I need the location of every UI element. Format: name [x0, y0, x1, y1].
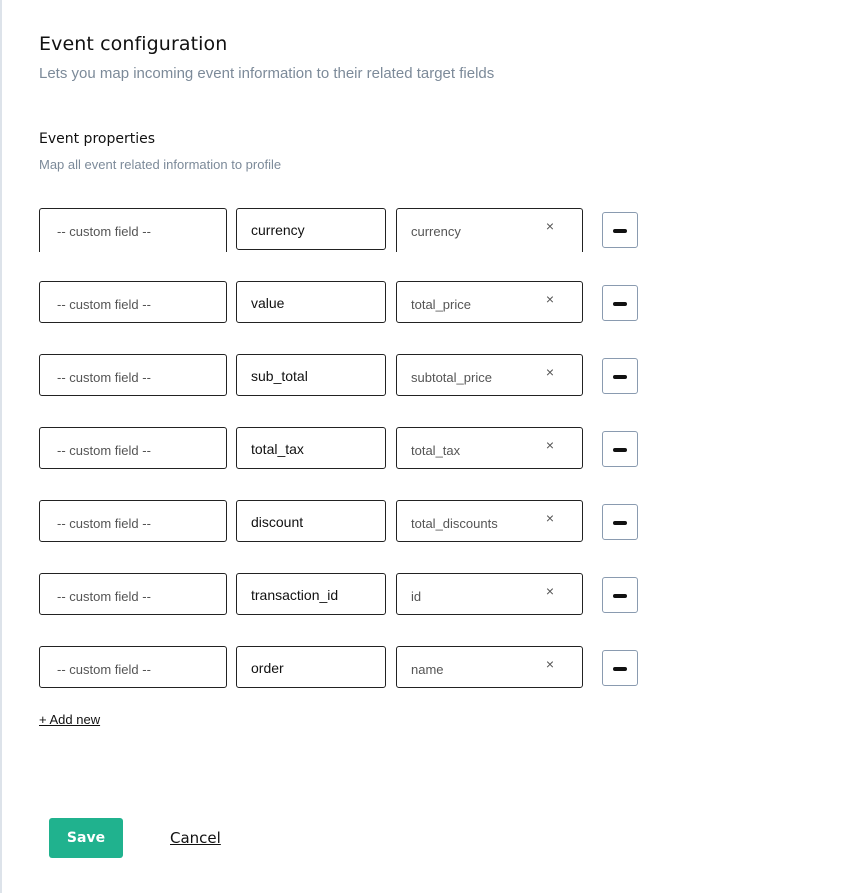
remove-row-button[interactable]	[602, 212, 638, 248]
mapping-row: -- custom field -- total_tax total_tax ×	[39, 427, 649, 471]
mapping-row: -- custom field -- currency currency ×	[39, 208, 649, 252]
mapping-rows: -- custom field -- currency currency × --…	[39, 208, 649, 719]
event-property-value: discount	[251, 514, 304, 530]
clear-icon[interactable]: ×	[546, 364, 554, 380]
clear-icon[interactable]: ×	[546, 218, 554, 234]
custom-field-select[interactable]: -- custom field --	[39, 208, 227, 252]
custom-field-placeholder: -- custom field --	[57, 443, 151, 458]
mapping-row: -- custom field -- sub_total subtotal_pr…	[39, 354, 649, 398]
minus-icon	[613, 375, 627, 379]
target-field-value: id	[411, 589, 422, 604]
target-field-select[interactable]: total_tax ×	[396, 427, 583, 469]
event-property-input[interactable]: currency	[236, 208, 386, 250]
remove-row-button[interactable]	[602, 431, 638, 467]
custom-field-select[interactable]: -- custom field --	[39, 354, 227, 396]
target-field-value: total_discounts	[411, 516, 498, 531]
custom-field-placeholder: -- custom field --	[57, 224, 151, 239]
event-property-input[interactable]: order	[236, 646, 386, 688]
mapping-row: -- custom field -- transaction_id id ×	[39, 573, 649, 617]
event-property-value: total_tax	[251, 441, 304, 457]
clear-icon[interactable]: ×	[546, 510, 554, 526]
remove-row-button[interactable]	[602, 650, 638, 686]
minus-icon	[613, 667, 627, 671]
page-subtitle: Lets you map incoming event information …	[39, 65, 495, 82]
custom-field-placeholder: -- custom field --	[57, 662, 151, 677]
custom-field-placeholder: -- custom field --	[57, 516, 151, 531]
event-property-input[interactable]: sub_total	[236, 354, 386, 396]
target-field-value: subtotal_price	[411, 370, 492, 385]
minus-icon	[613, 302, 627, 306]
cancel-button[interactable]: Cancel	[170, 829, 221, 847]
custom-field-select[interactable]: -- custom field --	[39, 573, 227, 615]
target-field-select[interactable]: name ×	[396, 646, 583, 688]
event-property-value: currency	[251, 222, 305, 238]
remove-row-button[interactable]	[602, 285, 638, 321]
page-title: Event configuration	[39, 33, 228, 55]
remove-row-button[interactable]	[602, 577, 638, 613]
minus-icon	[613, 594, 627, 598]
clear-icon[interactable]: ×	[546, 291, 554, 307]
mapping-row: -- custom field -- order name ×	[39, 646, 649, 690]
event-property-input[interactable]: discount	[236, 500, 386, 542]
mapping-row: -- custom field -- discount total_discou…	[39, 500, 649, 544]
event-property-value: value	[251, 295, 285, 311]
target-field-value: name	[411, 662, 444, 677]
custom-field-select[interactable]: -- custom field --	[39, 281, 227, 323]
custom-field-placeholder: -- custom field --	[57, 297, 151, 312]
custom-field-select[interactable]: -- custom field --	[39, 427, 227, 469]
minus-icon	[613, 229, 627, 233]
custom-field-placeholder: -- custom field --	[57, 589, 151, 604]
target-field-select[interactable]: subtotal_price ×	[396, 354, 583, 396]
event-property-value: transaction_id	[251, 587, 339, 603]
clear-icon[interactable]: ×	[546, 656, 554, 672]
target-field-select[interactable]: id ×	[396, 573, 583, 615]
custom-field-select[interactable]: -- custom field --	[39, 646, 227, 688]
target-field-select[interactable]: total_price ×	[396, 281, 583, 323]
target-field-value: total_tax	[411, 443, 461, 458]
clear-icon[interactable]: ×	[546, 437, 554, 453]
event-property-input[interactable]: total_tax	[236, 427, 386, 469]
clear-icon[interactable]: ×	[546, 583, 554, 599]
target-field-select[interactable]: total_discounts ×	[396, 500, 583, 542]
remove-row-button[interactable]	[602, 358, 638, 394]
add-new-link[interactable]: + Add new	[39, 712, 100, 727]
target-field-value: total_price	[411, 297, 471, 312]
minus-icon	[613, 521, 627, 525]
target-field-value: currency	[411, 224, 461, 239]
event-property-value: sub_total	[251, 368, 308, 384]
mapping-row: -- custom field -- value total_price ×	[39, 281, 649, 325]
event-property-input[interactable]: value	[236, 281, 386, 323]
save-button[interactable]: Save	[49, 818, 123, 858]
left-border	[0, 0, 2, 893]
event-property-input[interactable]: transaction_id	[236, 573, 386, 615]
event-property-value: order	[251, 660, 284, 676]
remove-row-button[interactable]	[602, 504, 638, 540]
custom-field-placeholder: -- custom field --	[57, 370, 151, 385]
custom-field-select[interactable]: -- custom field --	[39, 500, 227, 542]
target-field-select[interactable]: currency ×	[396, 208, 583, 252]
section-title: Event properties	[39, 131, 155, 147]
minus-icon	[613, 448, 627, 452]
section-subtitle: Map all event related information to pro…	[39, 157, 282, 172]
